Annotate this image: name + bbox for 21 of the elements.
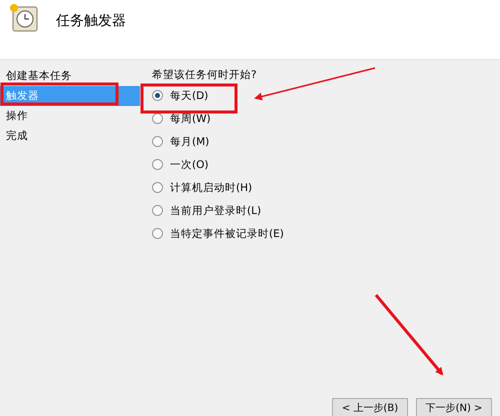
radio-button[interactable] [152, 182, 163, 193]
option-label[interactable]: 一次(O) [170, 158, 208, 172]
sidebar-item[interactable]: 完成 [0, 126, 140, 146]
radio-button[interactable] [152, 159, 163, 170]
sidebar-item[interactable]: 操作 [0, 106, 140, 126]
option-label[interactable]: 每天(D) [170, 88, 208, 102]
option-label[interactable]: 当前用户登录时(L) [170, 204, 262, 218]
radio-button[interactable] [152, 205, 163, 216]
sidebar-item[interactable]: 创建基本任务 [0, 66, 140, 86]
back-button[interactable]: < 上一步(B) [332, 398, 408, 416]
option-label[interactable]: 每周(W) [170, 112, 211, 126]
radio-button[interactable] [152, 136, 163, 147]
option-label[interactable]: 当特定事件被记录时(E) [170, 226, 284, 240]
option-label[interactable]: 每月(M) [170, 134, 210, 148]
window-title: 任务触发器 [56, 12, 126, 30]
next-button[interactable]: 下一步(N) > [416, 398, 492, 416]
radio-button[interactable] [152, 228, 163, 239]
option-label[interactable]: 计算机启动时(H) [170, 180, 252, 194]
question-text: 希望该任务何时开始? [152, 68, 257, 83]
radio-button[interactable] [152, 90, 163, 101]
radio-button[interactable] [152, 113, 163, 124]
